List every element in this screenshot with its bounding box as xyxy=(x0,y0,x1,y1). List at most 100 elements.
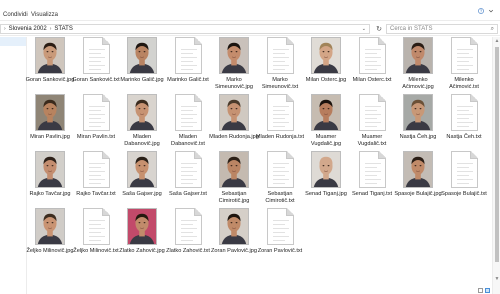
search-input[interactable]: Cerca in STATS ⌕ xyxy=(386,24,498,34)
jpg-file-item[interactable]: Milan Osterc.jpg xyxy=(303,37,349,95)
text-line xyxy=(457,163,473,164)
jpg-file-item[interactable]: Mladen Dabanovič.jpg xyxy=(119,94,165,152)
text-file-icon xyxy=(451,151,478,188)
txt-file-item[interactable]: Saša Gajser.txt xyxy=(165,151,211,209)
jpg-file-item[interactable]: Marko Simeunovič.jpg xyxy=(211,37,257,95)
photo-thumbnail xyxy=(403,151,433,188)
text-line xyxy=(457,171,473,172)
txt-file-item[interactable]: Željko Milinovič.txt xyxy=(73,208,119,266)
text-line xyxy=(181,236,197,237)
txt-file-item[interactable]: Marinko Galič.txt xyxy=(165,37,211,95)
text-line xyxy=(273,69,285,70)
help-icon[interactable]: ? xyxy=(478,8,484,14)
text-line xyxy=(89,224,101,225)
text-line xyxy=(365,114,381,115)
scrollbar-thumb[interactable] xyxy=(495,47,499,262)
text-file-icon xyxy=(83,208,110,245)
scroll-down-icon[interactable]: ▼ xyxy=(494,276,500,282)
txt-file-item[interactable]: Mladen Dabanovič.txt xyxy=(165,94,211,152)
menu-share[interactable]: Condividi xyxy=(3,12,28,18)
breadcrumb-slovenia-2002[interactable]: Slovenia 2002 xyxy=(9,26,47,32)
nav-selected-item[interactable] xyxy=(0,37,26,46)
text-line xyxy=(89,57,105,58)
large-icons-view-icon[interactable] xyxy=(485,288,490,293)
text-line xyxy=(365,175,377,176)
text-line xyxy=(273,126,285,127)
file-name-label: Sebastjan Cimirotič.txt xyxy=(265,191,295,204)
chevron-down-icon[interactable] xyxy=(488,8,494,14)
jpg-file-item[interactable]: Senad Tiganj.jpg xyxy=(303,151,349,209)
jpg-file-item[interactable]: Zoran Pavlovič.jpg xyxy=(211,208,257,266)
file-name-label: Milan Osterc.jpg xyxy=(305,77,347,83)
jpg-file-item[interactable]: Rajko Tavčar.jpg xyxy=(27,151,73,209)
refresh-icon[interactable]: ↻ xyxy=(374,24,384,34)
text-line xyxy=(273,118,285,119)
text-line xyxy=(89,179,105,180)
text-file-icon xyxy=(359,151,386,188)
text-line xyxy=(273,49,289,50)
file-name-label: Senad Tiganj.jpg xyxy=(305,191,347,197)
jpg-file-item[interactable]: Spasoje Bulajič.jpg xyxy=(394,151,442,209)
text-file-icon xyxy=(451,94,478,131)
text-line xyxy=(181,240,193,241)
txt-file-item[interactable]: Senad Tiganj.txt xyxy=(349,151,395,209)
text-line xyxy=(89,69,101,70)
file-name-label: Sebastjan Cimirotič.jpg xyxy=(218,191,250,204)
text-file-icon xyxy=(451,37,478,74)
txt-file-item[interactable]: Milan Osterc.txt xyxy=(349,37,395,95)
jpg-file-item[interactable]: Zlatko Zahovič.jpg xyxy=(119,208,165,266)
text-file-icon xyxy=(267,208,294,245)
text-line xyxy=(273,53,285,54)
txt-file-item[interactable]: Nastja Čeh.txt xyxy=(441,94,487,152)
txt-file-item[interactable]: Rajko Tavčar.txt xyxy=(73,151,119,209)
file-name-label: Zlatko Zahovič.jpg xyxy=(119,248,165,254)
text-line xyxy=(457,175,469,176)
txt-file-item[interactable]: Mladen Rudonja.txt xyxy=(256,94,304,152)
txt-file-item[interactable]: Miran Pavlin.txt xyxy=(73,94,119,152)
txt-file-item[interactable]: Spasoje Bulajič.txt xyxy=(441,151,487,209)
txt-file-item[interactable]: Sebastjan Cimirotič.txt xyxy=(257,151,303,209)
jpg-file-item[interactable]: Saša Gajser.jpg xyxy=(119,151,165,209)
file-grid: Goran Sankovič.jpg Goran Sankovič.txt Mari… xyxy=(26,37,492,294)
text-line xyxy=(181,53,193,54)
txt-file-item[interactable]: Zoran Pavlovič.txt xyxy=(257,208,303,266)
txt-file-item[interactable]: Muamer Vugdalič.txt xyxy=(349,94,395,152)
txt-file-item[interactable]: Goran Sankovič.txt xyxy=(72,37,120,95)
photo-thumbnail xyxy=(35,94,65,131)
text-line xyxy=(89,232,101,233)
jpg-file-item[interactable]: Mladen Rudonja.jpg xyxy=(209,94,259,152)
text-line xyxy=(273,240,285,241)
details-view-icon[interactable] xyxy=(478,288,483,293)
jpg-file-item[interactable]: Milenko Ačimović.jpg xyxy=(395,37,441,95)
txt-file-item[interactable]: Marko Simeunovič.txt xyxy=(257,37,303,95)
text-file-icon xyxy=(359,94,386,131)
jpg-file-item[interactable]: Muamer Vugdalič.jpg xyxy=(303,94,349,152)
navigation-pane[interactable] xyxy=(0,37,27,294)
text-line xyxy=(365,106,381,107)
text-line xyxy=(89,126,101,127)
breadcrumb-stats[interactable]: STATS xyxy=(54,26,72,32)
text-line xyxy=(273,106,289,107)
jpg-file-item[interactable]: Željko Milinovič.jpg xyxy=(27,208,73,266)
text-line xyxy=(89,61,101,62)
jpg-file-item[interactable]: Miran Pavlin.jpg xyxy=(27,94,73,152)
text-file-icon xyxy=(83,94,110,131)
txt-file-item[interactable]: Milenko Ačimović.txt xyxy=(441,37,487,95)
file-name-label: Mladen Dabanovič.txt xyxy=(171,134,205,147)
txt-file-item[interactable]: Zlatko Zahovič.txt xyxy=(165,208,211,266)
address-dropdown-icon[interactable]: ⌄ xyxy=(362,26,366,32)
text-line xyxy=(181,171,197,172)
jpg-file-item[interactable]: Nastja Čeh.jpg xyxy=(395,94,441,152)
jpg-file-item[interactable]: Goran Sankovič.jpg xyxy=(26,37,74,95)
jpg-file-item[interactable]: Marinko Galič.jpg xyxy=(119,37,165,95)
text-line xyxy=(89,175,101,176)
menu-view[interactable]: Visualizza xyxy=(31,12,58,18)
jpg-file-item[interactable]: Sebastjan Cimirotič.jpg xyxy=(211,151,257,209)
address-bar[interactable]: › Slovenia 2002 › STATS ⌄ xyxy=(0,24,370,34)
vertical-scrollbar[interactable]: ▲ ▼ xyxy=(492,37,500,294)
text-line xyxy=(365,69,377,70)
text-line xyxy=(457,49,473,50)
scroll-up-icon[interactable]: ▲ xyxy=(494,38,500,44)
text-line xyxy=(457,53,469,54)
text-line xyxy=(365,57,381,58)
